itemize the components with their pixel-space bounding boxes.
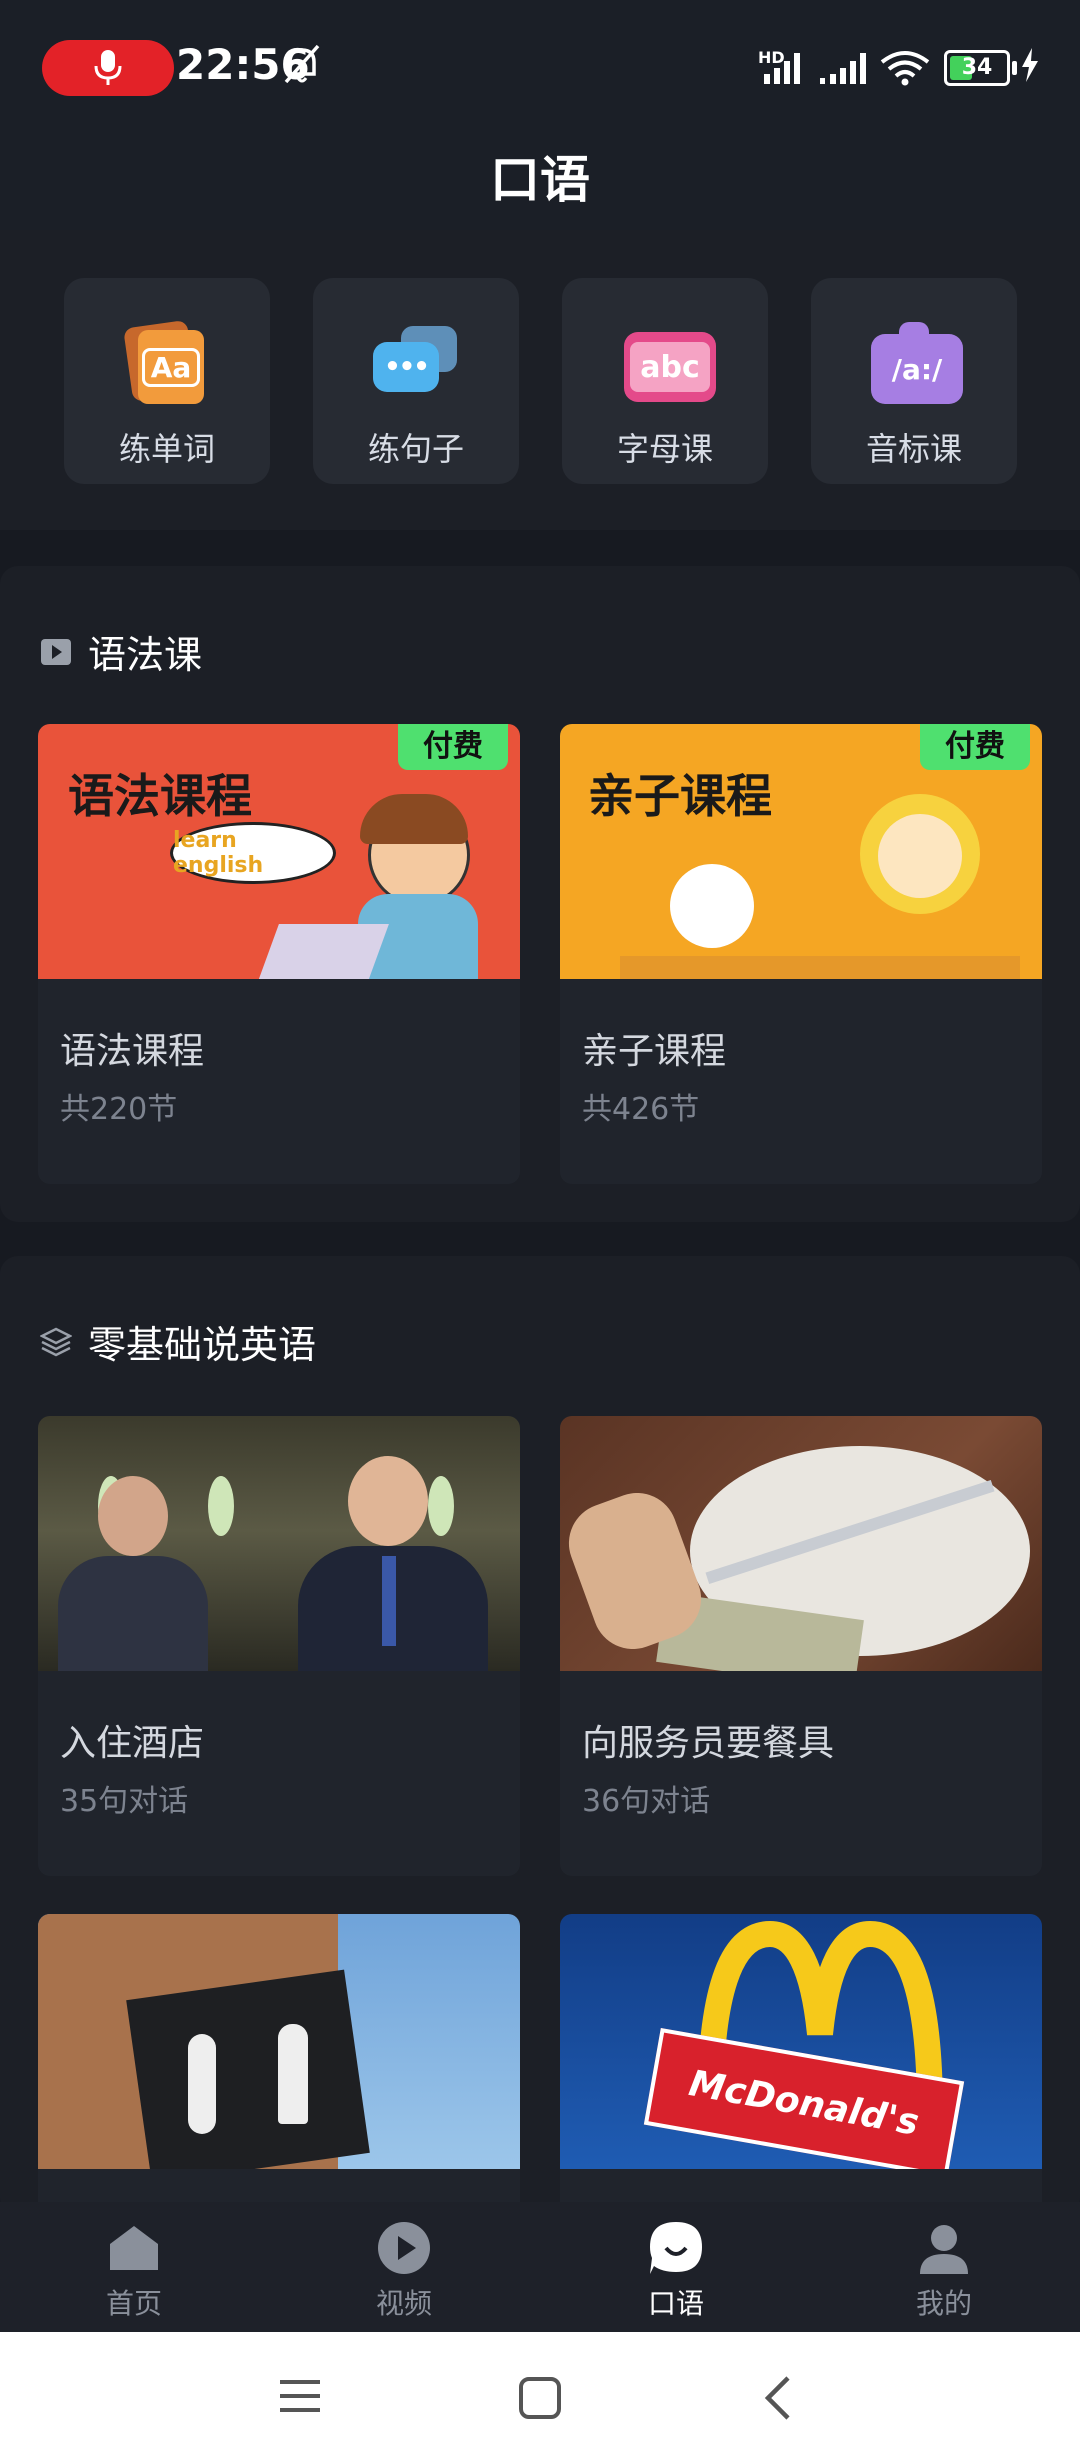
- course-card-parent-child[interactable]: 亲子课程 付费 亲子课程 共426节: [560, 724, 1042, 1184]
- lesson-title: 向服务员要餐具: [582, 1723, 835, 1764]
- section-title-text: 零基础说英语: [88, 1323, 317, 1367]
- cartoon-laptop: [257, 924, 389, 979]
- system-navigation-bar: [0, 2332, 1080, 2460]
- course-lesson-count: 共220节: [60, 1092, 178, 1127]
- restroom-sign: [126, 1969, 370, 2169]
- cartoon-child-hair: [360, 794, 468, 844]
- charging-icon: [1022, 48, 1038, 82]
- lesson-sentence-count: 36句对话: [582, 1784, 711, 1819]
- recording-indicator[interactable]: [42, 40, 174, 96]
- lamp-decor: [428, 1476, 454, 1536]
- tile-practice-words[interactable]: Aa 练单词: [64, 278, 270, 484]
- course-title: 亲子课程: [582, 1031, 727, 1072]
- course-thumbnail: 语法课程 learn english 付费: [38, 724, 520, 979]
- lesson-thumbnail: [38, 1914, 520, 2169]
- lesson-card-hotel-checkin[interactable]: 入住酒店 35句对话: [38, 1416, 520, 1876]
- video-play-icon: [376, 2220, 432, 2276]
- course-lesson-count: 共426节: [582, 1092, 700, 1127]
- course-title: 语法课程: [60, 1031, 205, 1072]
- lesson-card-restroom[interactable]: [38, 1914, 520, 2214]
- chat-bubbles-icon: •••: [371, 322, 461, 412]
- receptionist-man-tie: [382, 1556, 396, 1646]
- paid-badge: 付费: [920, 724, 1030, 770]
- tile-practice-sentences[interactable]: ••• 练句子: [313, 278, 519, 484]
- bottom-tab-bar: 首页 视频 口语 我的: [0, 2202, 1080, 2332]
- receptionist-woman-body: [58, 1556, 208, 1671]
- tab-label: 视频: [375, 2287, 432, 2320]
- woman-figure-icon: [278, 2024, 308, 2124]
- section-title: 语法课: [40, 624, 202, 679]
- section-title-text: 语法课: [88, 633, 203, 677]
- receptionist-man-head: [348, 1456, 428, 1546]
- lesson-thumbnail: [38, 1416, 520, 1671]
- lesson-sentence-count: 35句对话: [60, 1784, 189, 1819]
- play-square-icon: [41, 638, 71, 665]
- thumbnail-title: 亲子课程: [588, 769, 772, 823]
- tab-label: 首页: [105, 2287, 162, 2320]
- battery-level: 34: [961, 55, 993, 80]
- back-chevron-icon[interactable]: [760, 2374, 796, 2422]
- quick-practice-row: Aa 练单词 ••• 练句子 abc 字母课 /a:/ 音标课: [0, 230, 1080, 530]
- tab-profile[interactable]: 我的: [864, 2220, 1024, 2322]
- section-title: 零基础说英语: [40, 1314, 316, 1369]
- phonetic-icon-text: /a:/: [891, 352, 943, 386]
- signal-strength-icon-2: [820, 53, 866, 84]
- profile-icon: [916, 2220, 972, 2276]
- tile-alphabet-course[interactable]: abc 字母课: [562, 278, 768, 484]
- lamp-decor: [208, 1476, 234, 1536]
- tile-label: 练单词: [118, 430, 215, 468]
- thumbnail-bubble-text: learn english: [173, 828, 264, 878]
- tile-label: 音标课: [865, 430, 962, 468]
- word-card-icon: Aa: [122, 319, 212, 412]
- tile-phonetics-course[interactable]: /a:/ 音标课: [811, 278, 1017, 484]
- speech-bubble-icon: [648, 2220, 704, 2276]
- receptionist-woman-head: [98, 1476, 168, 1556]
- course-card-grammar[interactable]: 语法课程 learn english 付费 语法课程 共220节: [38, 724, 520, 1184]
- page-title: 口语: [490, 151, 590, 209]
- tab-label: 口语: [647, 2287, 704, 2320]
- word-card-icon-text: Aa: [141, 347, 201, 387]
- phonetic-icon: /a:/: [869, 322, 963, 412]
- status-bar: 22:56 HD 34: [0, 0, 1080, 130]
- lesson-thumbnail: McDonald's: [560, 1914, 1042, 2169]
- bell-muted-icon: [284, 44, 320, 84]
- signal-strength-icon: [764, 53, 800, 84]
- cartoon-egg-character: [670, 864, 754, 948]
- course-thumbnail: 亲子课程 付费: [560, 724, 1042, 979]
- tab-speaking[interactable]: 口语: [596, 2220, 756, 2322]
- mcdonalds-sign-text: McDonald's: [686, 2062, 922, 2144]
- thumbnail-ground: [620, 956, 1020, 979]
- tile-label: 练句子: [367, 430, 464, 468]
- tile-label: 字母课: [616, 430, 713, 468]
- app-header: 口语: [0, 130, 1080, 230]
- abc-icon: abc: [620, 322, 716, 412]
- tab-video[interactable]: 视频: [324, 2220, 484, 2322]
- paid-badge: 付费: [398, 724, 508, 770]
- man-figure-icon: [188, 2034, 216, 2134]
- lesson-card-ask-tableware[interactable]: 向服务员要餐具 36句对话: [560, 1416, 1042, 1876]
- lesson-title: 入住酒店: [60, 1723, 205, 1764]
- microphone-icon: [94, 50, 122, 85]
- menu-icon[interactable]: [278, 2376, 322, 2416]
- chat-bubbles-icon-text: •••: [384, 352, 430, 382]
- battery-icon: 34: [944, 50, 1017, 86]
- tab-label: 我的: [915, 2287, 972, 2320]
- wifi-icon: [880, 51, 930, 86]
- speech-bubble: learn english: [170, 822, 336, 884]
- home-square-icon[interactable]: [518, 2376, 562, 2420]
- lesson-thumbnail: [560, 1416, 1042, 1671]
- thumbnail-title: 语法课程: [68, 769, 252, 823]
- lesson-card-mcdonalds[interactable]: McDonald's: [560, 1914, 1042, 2214]
- beginner-english-section: 零基础说英语 入住酒店 35句对话 向服务员要餐具 36句对话 McDonald…: [0, 1256, 1080, 2216]
- tab-home[interactable]: 首页: [54, 2220, 214, 2322]
- abc-icon-text: abc: [640, 349, 700, 385]
- layers-icon: [40, 1327, 72, 1356]
- home-icon: [106, 2220, 162, 2276]
- grammar-section: 语法课 语法课程 learn english 付费 语法课程 共220节 亲子课…: [0, 566, 1080, 1222]
- cartoon-sun-face: [878, 814, 962, 898]
